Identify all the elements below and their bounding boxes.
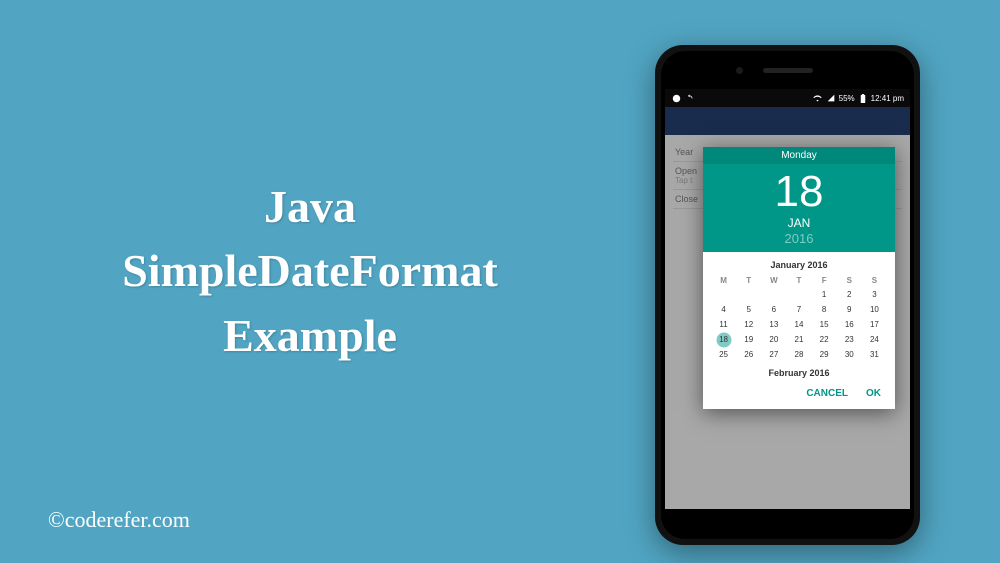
title-line-3: Example	[50, 304, 570, 368]
phone-frame: 55% 12:41 pm Year Open Tap t Close Mo	[655, 45, 920, 545]
app-bar	[665, 107, 910, 135]
calendar-day-cell[interactable]: 11	[711, 317, 736, 332]
calendar-day-cell[interactable]: 31	[862, 347, 887, 362]
dialog-actions: CANCEL OK	[703, 380, 895, 409]
calendar-day-cell[interactable]: 10	[862, 302, 887, 317]
calendar-day-cell[interactable]: 8	[812, 302, 837, 317]
picker-year[interactable]: 2016	[703, 231, 895, 246]
calendar-day-cell[interactable]: 28	[786, 347, 811, 362]
signal-icon	[826, 93, 836, 103]
calendar-day-cell: .	[711, 287, 736, 302]
calendar-day-cell[interactable]: 27	[761, 347, 786, 362]
calendar-day-cell[interactable]: 21	[786, 332, 811, 347]
calendar-day-cell[interactable]: 7	[786, 302, 811, 317]
calendar-dow-header: S	[837, 274, 862, 287]
calendar-day-cell[interactable]: 15	[812, 317, 837, 332]
calendar-day-cell[interactable]: 23	[837, 332, 862, 347]
calendar-dow-header: F	[812, 274, 837, 287]
calendar-day-cell[interactable]: 29	[812, 347, 837, 362]
title-line-1: Java	[50, 175, 570, 239]
calendar-day-cell[interactable]: 18	[711, 332, 736, 347]
calendar-day-cell[interactable]: 26	[736, 347, 761, 362]
title-line-2: SimpleDateFormat	[50, 239, 570, 303]
calendar-day-cell[interactable]: 19	[736, 332, 761, 347]
calendar-dow-header: T	[786, 274, 811, 287]
calendar-day-cell[interactable]: 17	[862, 317, 887, 332]
clock-text: 12:41 pm	[871, 94, 904, 103]
calendar-dow-header: M	[711, 274, 736, 287]
date-picker-header[interactable]: Monday 18 JAN 2016	[703, 147, 895, 252]
picker-day: 18	[703, 170, 895, 214]
calendar-dow-header: W	[761, 274, 786, 287]
calendar-day-cell: .	[786, 287, 811, 302]
calendar-day-cell[interactable]: 1	[812, 287, 837, 302]
calendar-day-cell[interactable]: 24	[862, 332, 887, 347]
calendar-day-cell[interactable]: 6	[761, 302, 786, 317]
calendar-day-cell[interactable]: 25	[711, 347, 736, 362]
calendar-day-cell[interactable]: 4	[711, 302, 736, 317]
phone-bottom-bezel	[661, 509, 914, 535]
calendar-body: January 2016 MTWTFSS....1234567891011121…	[703, 252, 895, 380]
calendar-dow-header: S	[862, 274, 887, 287]
phone-top-bezel	[661, 51, 914, 89]
calendar-day-cell: .	[761, 287, 786, 302]
calendar-day-cell[interactable]: 16	[837, 317, 862, 332]
calendar-dow-header: T	[736, 274, 761, 287]
calendar-grid: MTWTFSS....12345678910111213141516171819…	[711, 274, 887, 362]
sync-icon	[684, 93, 694, 103]
battery-percent: 55%	[839, 94, 855, 103]
status-right: 55% 12:41 pm	[813, 93, 904, 103]
chat-icon	[671, 93, 681, 103]
calendar-day-cell[interactable]: 3	[862, 287, 887, 302]
battery-icon	[858, 93, 868, 103]
wifi-icon	[813, 93, 823, 103]
next-month-title: February 2016	[711, 362, 887, 380]
calendar-day-cell[interactable]: 9	[837, 302, 862, 317]
calendar-day-cell[interactable]: 12	[736, 317, 761, 332]
phone-screen: 55% 12:41 pm Year Open Tap t Close Mo	[665, 89, 910, 509]
calendar-day-cell[interactable]: 14	[786, 317, 811, 332]
calendar-month-title: January 2016	[711, 256, 887, 274]
front-camera	[736, 67, 743, 74]
copyright-text: ©coderefer.com	[48, 507, 190, 533]
calendar-day-cell[interactable]: 22	[812, 332, 837, 347]
page-title: Java SimpleDateFormat Example	[50, 175, 570, 368]
cancel-button[interactable]: CANCEL	[806, 388, 848, 399]
status-left	[671, 93, 694, 103]
picker-month: JAN	[703, 216, 895, 230]
calendar-day-cell: .	[736, 287, 761, 302]
phone-inner: 55% 12:41 pm Year Open Tap t Close Mo	[661, 51, 914, 539]
calendar-day-cell[interactable]: 2	[837, 287, 862, 302]
calendar-day-cell[interactable]: 30	[837, 347, 862, 362]
calendar-day-cell[interactable]: 5	[736, 302, 761, 317]
calendar-day-cell[interactable]: 13	[761, 317, 786, 332]
date-picker-dialog: Monday 18 JAN 2016 January 2016 MTWTFSS.…	[703, 147, 895, 409]
status-bar: 55% 12:41 pm	[665, 89, 910, 107]
picker-weekday: Monday	[703, 147, 895, 164]
speaker-grille	[763, 68, 813, 73]
ok-button[interactable]: OK	[866, 388, 881, 399]
calendar-day-cell[interactable]: 20	[761, 332, 786, 347]
